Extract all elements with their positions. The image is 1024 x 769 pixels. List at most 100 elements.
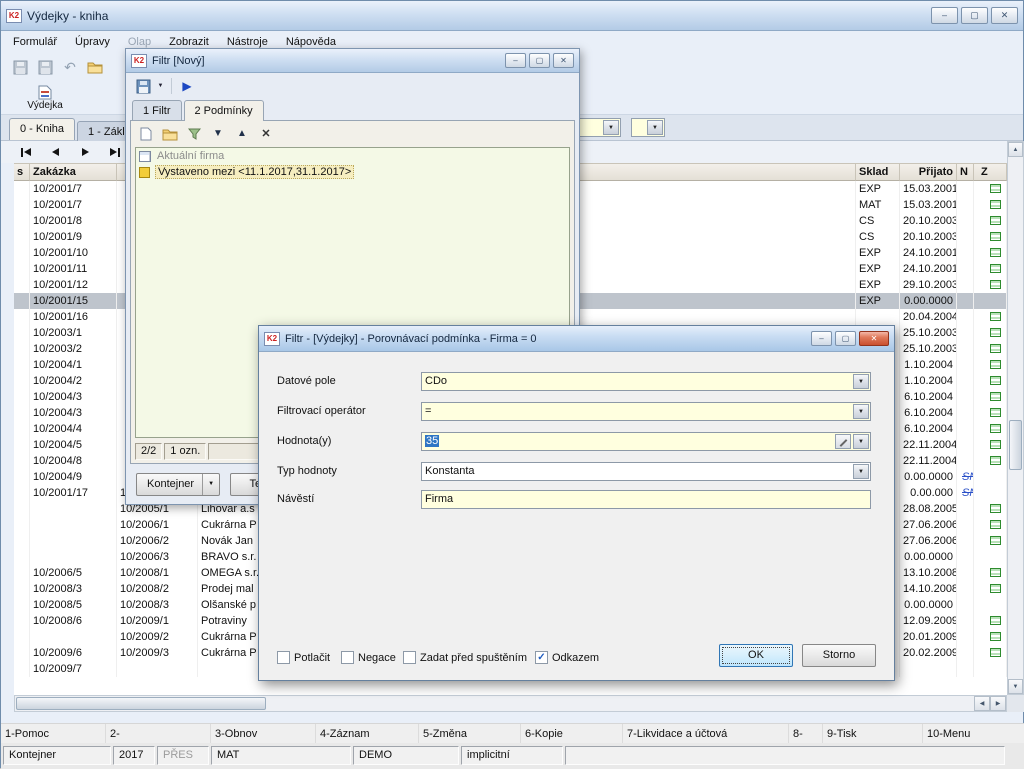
filter-funnel-button[interactable] [183, 124, 205, 144]
tab-filtr[interactable]: 1 Filtr [132, 100, 182, 121]
column-header-zakazka[interactable]: Zakázka [30, 163, 117, 181]
checkbox-negace[interactable]: Negace [341, 651, 396, 664]
chevron-down-icon[interactable]: ▼ [853, 464, 869, 479]
horizontal-scrollbar[interactable]: ◀ ▶ [14, 695, 1007, 712]
maximize-button[interactable]: ▢ [961, 7, 988, 24]
cell-prijato: 24.10.2001 [900, 245, 957, 261]
column-header-s[interactable]: s [14, 163, 30, 181]
record-flag-icon [990, 328, 1001, 337]
cell-doklad: 10/2006/1 [117, 517, 198, 533]
app-icon: K2 [131, 54, 147, 68]
operator-combo[interactable]: = ▼ [421, 402, 871, 421]
typ-hodnoty-combo[interactable]: Konstanta ▼ [421, 462, 871, 481]
fkey-9[interactable]: 9-Tisk [823, 724, 923, 743]
nav-next-button[interactable] [73, 144, 97, 160]
fkey-6[interactable]: 6-Kopie [521, 724, 623, 743]
save-filter-button[interactable] [132, 76, 154, 96]
record-flag-icon [990, 376, 1001, 385]
save-button[interactable] [9, 57, 31, 77]
close-button[interactable]: ✕ [859, 331, 889, 346]
cell-z [974, 309, 1007, 325]
undo-button[interactable]: ↶ [59, 57, 81, 77]
navesti-input[interactable]: Firma [421, 490, 871, 509]
datove-pole-value: CDo [425, 375, 447, 387]
checkbox-odkazem[interactable]: ✓Odkazem [535, 651, 599, 664]
scroll-left-button[interactable]: ◀ [974, 696, 990, 711]
nav-last-button[interactable] [103, 144, 127, 160]
fkey-7[interactable]: 7-Likvidace a účtová [623, 724, 789, 743]
column-header-z[interactable]: Z [974, 163, 1007, 181]
checkbox-potlacit[interactable]: Potlačit [277, 651, 330, 664]
cell-s [14, 517, 30, 533]
tab-kniha[interactable]: 0 - Kniha [9, 118, 75, 140]
checkbox-zadat-pred-spustenim[interactable]: Zadat před spuštěním [403, 651, 527, 664]
chevron-down-icon[interactable]: ▼ [647, 120, 663, 135]
datove-pole-combo[interactable]: CDo ▼ [421, 372, 871, 391]
save-all-button[interactable] [34, 57, 56, 77]
cell-z [974, 325, 1007, 341]
tab-podminky[interactable]: 2 Podmínky [184, 100, 264, 121]
scroll-right-button[interactable]: ▶ [990, 696, 1006, 711]
close-button[interactable]: ✕ [553, 53, 574, 68]
scrollbar-thumb[interactable] [1009, 420, 1022, 470]
storno-button[interactable]: Storno [802, 644, 876, 667]
chevron-down-icon[interactable]: ▼ [853, 434, 869, 449]
run-filter-button[interactable]: ▶ [176, 76, 198, 96]
cell-zakazka: 10/2001/15 [30, 293, 117, 309]
nav-first-button[interactable] [13, 144, 37, 160]
navesti-value: Firma [425, 493, 453, 505]
fkey-4[interactable]: 4-Záznam [316, 724, 419, 743]
chevron-down-icon[interactable]: ▼ [202, 474, 214, 495]
fkey-10[interactable]: 10-Menu [923, 724, 1024, 743]
condition-item[interactable]: Aktuální firma [136, 148, 569, 164]
fkey-3[interactable]: 3-Obnov [211, 724, 316, 743]
fkey-5[interactable]: 5-Změna [419, 724, 521, 743]
minimize-button[interactable]: – [811, 331, 832, 346]
minimize-button[interactable]: – [931, 7, 958, 24]
kontejner-button[interactable]: Kontejner ▼ [136, 473, 220, 496]
maximize-button[interactable]: ▢ [529, 53, 550, 68]
condition-item[interactable]: Vystaveno mezi <11.1.2017,31.1.2017> [136, 164, 569, 180]
column-header-sklad[interactable]: Sklad [856, 163, 900, 181]
vydejka-button[interactable]: Výdejka [13, 82, 77, 113]
filter-combo-2[interactable]: ▼ [631, 118, 665, 137]
fkey-2[interactable]: 2- [106, 724, 211, 743]
save-dropdown-button[interactable]: ▼ [154, 76, 167, 96]
fkey-8[interactable]: 8- [789, 724, 823, 743]
close-button[interactable]: ✕ [991, 7, 1018, 24]
minimize-button[interactable]: – [505, 53, 526, 68]
scroll-down-button[interactable]: ▼ [1008, 679, 1023, 694]
new-condition-button[interactable] [135, 124, 157, 144]
cell-s [14, 581, 30, 597]
cell-s [14, 437, 30, 453]
menu-item-upravy[interactable]: Úpravy [66, 33, 119, 51]
undo-icon: ↶ [64, 59, 76, 76]
edit-value-button[interactable] [835, 434, 851, 449]
cell-z [974, 373, 1007, 389]
maximize-button[interactable]: ▢ [835, 331, 856, 346]
menu-item-formular[interactable]: Formulář [4, 33, 66, 51]
scroll-up-button[interactable]: ▲ [1008, 142, 1023, 157]
ok-button[interactable]: OK [719, 644, 793, 667]
cell-z [974, 501, 1007, 517]
chevron-down-icon[interactable]: ▼ [853, 404, 869, 419]
column-header-prijato[interactable]: Přijato [900, 163, 957, 181]
fkey-1[interactable]: 1-Pomoc [1, 724, 106, 743]
open-button[interactable] [84, 57, 106, 77]
open-condition-button[interactable] [159, 124, 181, 144]
chevron-down-icon[interactable]: ▼ [853, 374, 869, 389]
vertical-scrollbar[interactable]: ▲ ▼ [1007, 141, 1024, 695]
move-down-button[interactable]: ▼ [207, 124, 229, 144]
move-up-button[interactable]: ▲ [231, 124, 253, 144]
window-controls: – ▢ ✕ [928, 7, 1018, 24]
cell-prijato: 22.11.2004 [900, 453, 957, 469]
cell-n [957, 213, 974, 229]
scrollbar-thumb[interactable] [16, 697, 266, 710]
delete-condition-button[interactable]: ✕ [255, 124, 277, 144]
cell-sklad: CS [856, 229, 900, 245]
main-titlebar: K2 Výdejky - kniha – ▢ ✕ [1, 1, 1023, 31]
nav-prev-button[interactable] [43, 144, 67, 160]
hodnota-input[interactable]: 35 ▼ [421, 432, 871, 451]
chevron-down-icon[interactable]: ▼ [603, 120, 619, 135]
column-header-n[interactable]: N [957, 163, 974, 181]
